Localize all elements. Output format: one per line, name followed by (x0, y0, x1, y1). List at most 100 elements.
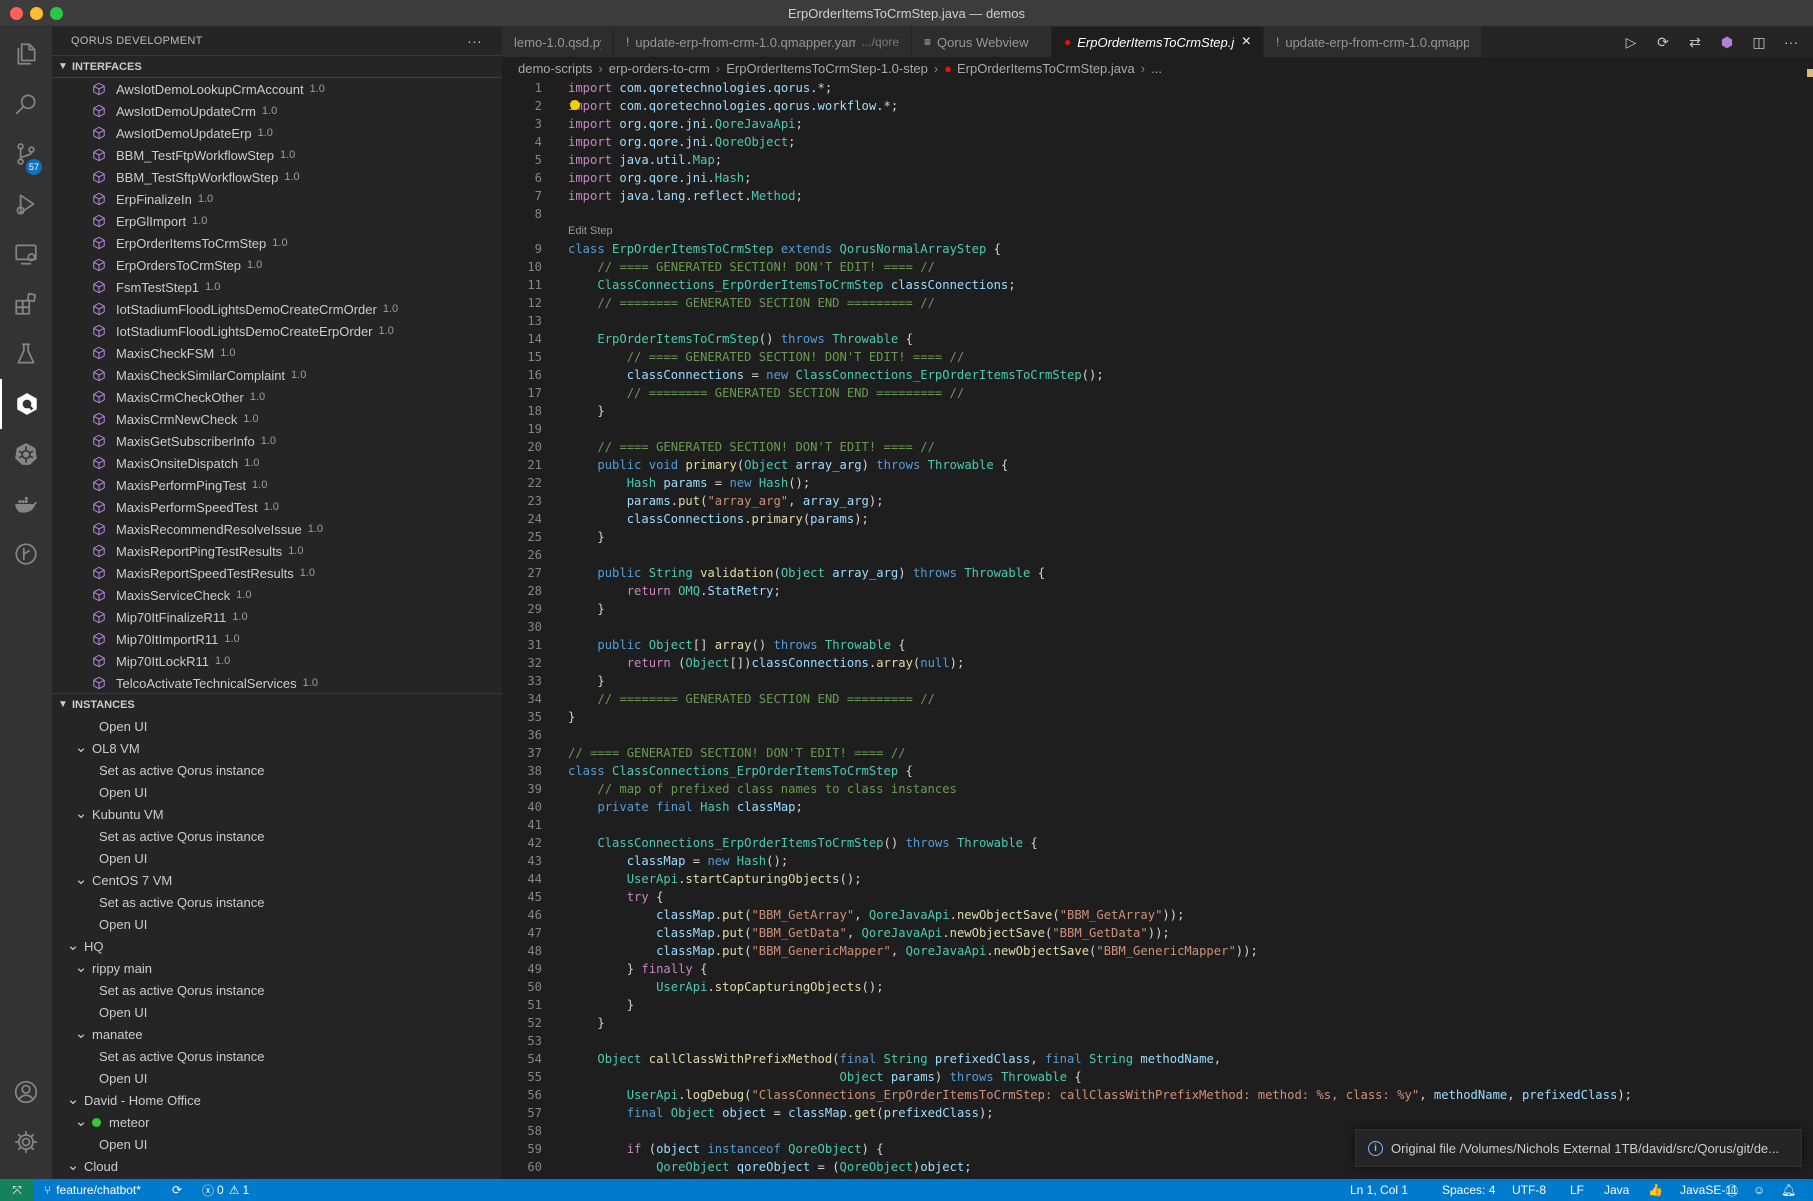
compare-icon[interactable]: ⇄ (1679, 27, 1711, 57)
instance-action[interactable]: Open UI (52, 1133, 502, 1155)
interface-item[interactable]: MaxisCrmNewCheck 1.0 (52, 408, 502, 430)
interface-item[interactable]: IotStadiumFloodLightsDemoCreateCrmOrder 1… (52, 298, 502, 320)
instance-group[interactable]: ⌄ manatee (52, 1023, 502, 1045)
instance-action[interactable]: Set as active Qorus instance (52, 759, 502, 781)
qorus-action-icon[interactable]: ⬢ (1711, 27, 1743, 57)
interface-item[interactable]: MaxisCheckFSM 1.0 (52, 342, 502, 364)
interface-item[interactable]: MaxisPerformPingTest 1.0 (52, 474, 502, 496)
instances-section-header[interactable]: ▼ INSTANCES (52, 693, 502, 715)
breadcrumb-item[interactable]: ErpOrderItemsToCrmStep-1.0-step (726, 61, 928, 76)
interface-item[interactable]: BBM_TestSftpWorkflowStep 1.0 (52, 166, 502, 188)
notifications-bell-icon[interactable]: 🔔︎ (1781, 1179, 1796, 1201)
instance-group[interactable]: ⌄ meteor (52, 1111, 502, 1133)
branch-indicator[interactable]: ⑂ feature/chatbot* (44, 1179, 141, 1201)
code-lens-edit-step[interactable]: Edit Step (502, 223, 1813, 240)
interface-item[interactable]: IotStadiumFloodLightsDemoCreateErpOrder 1… (52, 320, 502, 342)
lightbulb-icon[interactable] (570, 100, 580, 110)
interface-item[interactable]: MaxisReportPingTestResults 1.0 (52, 540, 502, 562)
more-actions-icon[interactable]: ··· (467, 33, 482, 49)
sync-button[interactable]: ⟳ (172, 1179, 182, 1201)
instance-action[interactable]: Open UI (52, 1067, 502, 1089)
docker-icon[interactable] (0, 479, 52, 529)
interface-item[interactable]: MaxisCheckSimilarComplaint 1.0 (52, 364, 502, 386)
encoding-selector[interactable]: UTF-8 (1512, 1179, 1546, 1201)
interface-item[interactable]: ErpFinalizeIn 1.0 (52, 188, 502, 210)
instance-action[interactable]: Set as active Qorus instance (52, 825, 502, 847)
interface-item[interactable]: ErpGlImport 1.0 (52, 210, 502, 232)
interface-item[interactable]: MaxisRecommendResolveIssue 1.0 (52, 518, 502, 540)
debug-run-icon[interactable]: ⟳ (1647, 27, 1679, 57)
run-icon[interactable]: ▷ (1615, 27, 1647, 57)
extensions-icon[interactable] (0, 279, 52, 329)
instance-action[interactable]: Set as active Qorus instance (52, 979, 502, 1001)
breadcrumb-item[interactable]: erp-orders-to-crm (609, 61, 710, 76)
search-icon[interactable] (0, 79, 52, 129)
interface-item[interactable]: Mip70ItLockR11 1.0 (52, 650, 502, 672)
indentation-selector[interactable]: Spaces: 4 (1442, 1179, 1495, 1201)
remote-explorer-icon[interactable] (0, 229, 52, 279)
breadcrumb-item[interactable]: demo-scripts (518, 61, 592, 76)
problems-indicator[interactable]: ⓧ 0 ⚠ 1 (202, 1179, 249, 1201)
timeline-icon[interactable] (0, 529, 52, 579)
interface-item[interactable]: TelcoActivateTechnicalServices 1.0 (52, 672, 502, 693)
editor-tab[interactable]: lemo-1.0.qsd.py (502, 27, 614, 57)
interface-item[interactable]: AwsIotDemoUpdateErp 1.0 (52, 122, 502, 144)
interfaces-section-header[interactable]: ▼ INTERFACES (52, 55, 502, 77)
instance-group[interactable]: ⌄ OL8 VM (52, 737, 502, 759)
instance-group[interactable]: ⌄ rippy main (52, 957, 502, 979)
instance-action[interactable]: Open UI (52, 1001, 502, 1023)
remote-indicator[interactable]: ⤧ (0, 1179, 34, 1201)
editor-tab[interactable]: ● ErpOrderItemsToCrmStep.java × (1052, 27, 1264, 57)
language-mode-selector[interactable]: Java (1604, 1179, 1629, 1201)
kubernetes-icon[interactable] (0, 429, 52, 479)
eol-selector[interactable]: LF (1570, 1179, 1584, 1201)
interface-item[interactable]: MaxisPerformSpeedTest 1.0 (52, 496, 502, 518)
instance-group[interactable]: ⌄ Cloud (52, 1155, 502, 1177)
editor-tab[interactable]: ! update-erp-from-crm-1.0.qmapper.yaml...… (614, 27, 912, 57)
instance-action[interactable]: Open UI (52, 715, 502, 737)
interface-item[interactable]: MaxisServiceCheck 1.0 (52, 584, 502, 606)
instance-group[interactable]: ⌄ David - Home Office (52, 1089, 502, 1111)
instance-action[interactable]: Open UI (52, 781, 502, 803)
instance-group[interactable]: ⌄ Kubuntu VM (52, 803, 502, 825)
interface-item[interactable]: BBM_TestFtpWorkflowStep 1.0 (52, 144, 502, 166)
notification-toast[interactable]: i Original file /Volumes/Nichols Externa… (1355, 1129, 1802, 1167)
interface-item[interactable]: MaxisOnsiteDispatch 1.0 (52, 452, 502, 474)
source-control-icon[interactable]: 57 (0, 129, 52, 179)
split-editor-icon[interactable]: ◫ (1743, 27, 1775, 57)
account-icon[interactable] (0, 1067, 52, 1117)
instance-action[interactable]: Set as active Qorus instance (52, 891, 502, 913)
interface-item[interactable]: FsmTestStep1 1.0 (52, 276, 502, 298)
breadcrumb-item[interactable]: ... (1151, 61, 1162, 76)
explorer-icon[interactable] (0, 29, 52, 79)
instance-action[interactable]: Open UI (52, 847, 502, 869)
instance-action[interactable]: Set as active Qorus instance (52, 1045, 502, 1067)
instance-action[interactable]: Open UI (52, 913, 502, 935)
close-tab-icon[interactable]: × (1242, 33, 1251, 51)
editor-tab[interactable]: ! update-erp-from-crm-1.0.qmapp (1264, 27, 1482, 57)
interface-item[interactable]: ErpOrderItemsToCrmStep 1.0 (52, 232, 502, 254)
interface-item[interactable]: Mip70ItImportR11 1.0 (52, 628, 502, 650)
status-info-icon[interactable]: ⓘ (1726, 1179, 1738, 1201)
breadcrumb-item[interactable]: ErpOrderItemsToCrmStep.java (957, 61, 1135, 76)
qorus-icon[interactable] (0, 379, 52, 429)
interface-item[interactable]: AwsIotDemoUpdateCrm 1.0 (52, 100, 502, 122)
cursor-position[interactable]: Ln 1, Col 1 (1350, 1179, 1408, 1201)
step-cube-icon (93, 324, 105, 338)
feedback-icon[interactable]: ☺ (1753, 1179, 1765, 1201)
testing-icon[interactable] (0, 329, 52, 379)
settings-gear-icon[interactable] (0, 1117, 52, 1167)
instance-group[interactable]: ⌄ HQ (52, 935, 502, 957)
editor-tab[interactable]: ≡ Qorus Webview (912, 27, 1052, 57)
instance-group[interactable]: ⌄ CentOS 7 VM (52, 869, 502, 891)
code-editor[interactable]: 1 import com.qoretechnologies.qorus.*; 2 im… (502, 79, 1813, 1179)
interface-item[interactable]: ErpOrdersToCrmStep 1.0 (52, 254, 502, 276)
interface-item[interactable]: MaxisReportSpeedTestResults 1.0 (52, 562, 502, 584)
run-debug-icon[interactable] (0, 179, 52, 229)
interface-item[interactable]: Mip70ItFinalizeR11 1.0 (52, 606, 502, 628)
thumbs-up-icon[interactable]: 👍 (1648, 1179, 1663, 1201)
more-actions-icon[interactable]: ··· (1775, 27, 1807, 57)
interface-item[interactable]: MaxisGetSubscriberInfo 1.0 (52, 430, 502, 452)
interface-item[interactable]: AwsIotDemoLookupCrmAccount 1.0 (52, 78, 502, 100)
interface-item[interactable]: MaxisCrmCheckOther 1.0 (52, 386, 502, 408)
